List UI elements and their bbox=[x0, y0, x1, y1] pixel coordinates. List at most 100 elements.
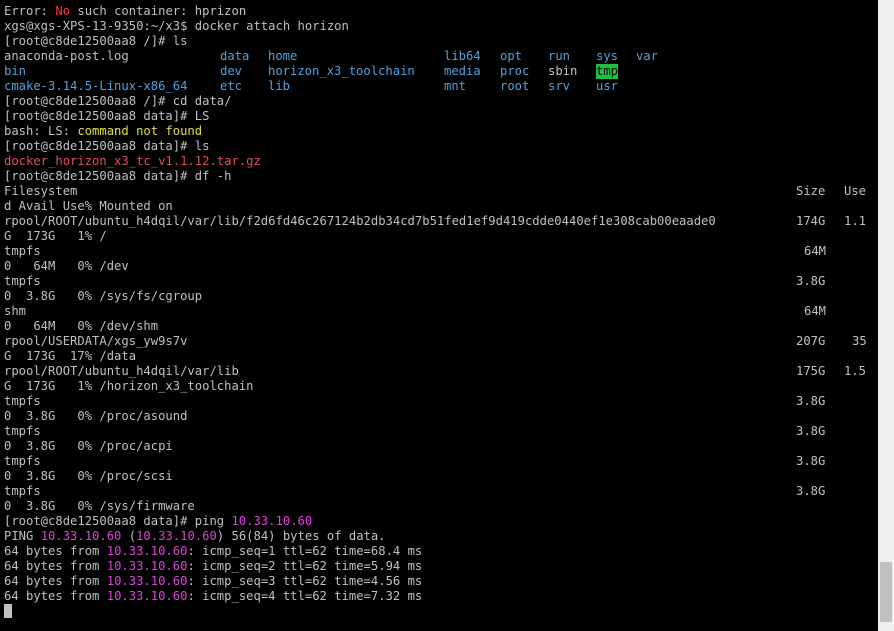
df-row-filesystem: rpool/USERDATA/xgs_yw9s7v bbox=[4, 334, 188, 348]
ping-reply-line: 64 bytes from 10.33.10.60: icmp_seq=4 tt… bbox=[4, 589, 422, 604]
ls-dir-run: run bbox=[548, 49, 571, 63]
df-row-used: 1.5 bbox=[844, 364, 867, 378]
ls-dir-lib64: lib64 bbox=[444, 49, 481, 63]
df-row-filesystem: rpool/ROOT/ubuntu_h4dqil/var/lib bbox=[4, 364, 239, 378]
terminal-line-attach: xgs@xgs-XPS-13-9350:~/x3$ docker attach … bbox=[4, 19, 349, 33]
ls-dir-etc: etc bbox=[220, 79, 243, 93]
ls-dir-tmp: tmp bbox=[596, 64, 619, 79]
terminal-line-df: [root@c8de12500aa8 data]# df -h bbox=[4, 169, 232, 183]
ping-reply-line: 64 bytes from 10.33.10.60: icmp_seq=1 tt… bbox=[4, 544, 422, 559]
df-row-filesystem: tmpfs bbox=[4, 274, 41, 288]
ls-dir-data: data bbox=[220, 49, 250, 63]
df-row-size: 3.8G bbox=[796, 484, 826, 498]
ping-header-suffix: ) 56(84) bytes of data. bbox=[216, 529, 386, 543]
ping-reply-prefix: 64 bytes from bbox=[4, 544, 107, 558]
terminal-line-error: Error: No such container: hprizon bbox=[4, 4, 246, 19]
df-row-wrap: G 173G 1% /horizon_x3_toolchain bbox=[4, 379, 254, 393]
df-row-wrap: 0 3.8G 0% /proc/asound bbox=[4, 409, 188, 423]
df-row-filesystem: tmpfs bbox=[4, 454, 41, 468]
df-header-filesystem: Filesystem bbox=[4, 184, 78, 198]
terminal-line-LS: [root@c8de12500aa8 data]# LS bbox=[4, 109, 210, 123]
df-row-wrap: 0 3.8G 0% /sys/fs/cgroup bbox=[4, 289, 203, 303]
df-row-filesystem: tmpfs bbox=[4, 484, 41, 498]
ping-reply-detail: : icmp_seq=3 ttl=62 time=4.56 ms bbox=[187, 574, 423, 588]
df-row-wrap: G 173G 1% / bbox=[4, 229, 107, 243]
terminal-cursor bbox=[4, 604, 12, 618]
ping-header-prefix: PING bbox=[4, 529, 41, 543]
df-row-filesystem: shm bbox=[4, 304, 27, 318]
ping-ip: 10.33.10.60 bbox=[231, 514, 313, 528]
df-header-use: Use bbox=[844, 184, 867, 198]
df-row-wrap: 0 3.8G 0% /proc/acpi bbox=[4, 439, 173, 453]
ls-dir-usr: usr bbox=[596, 79, 619, 93]
ping-reply-prefix: 64 bytes from bbox=[4, 589, 107, 603]
ls-dir-media: media bbox=[444, 64, 481, 78]
ping-reply-detail: : icmp_seq=1 ttl=62 time=68.4 ms bbox=[187, 544, 423, 558]
ping-reply-line: 64 bytes from 10.33.10.60: icmp_seq=3 tt… bbox=[4, 574, 422, 589]
ping-ip: 10.33.10.60 bbox=[40, 529, 122, 543]
df-row-size: 64M bbox=[804, 304, 827, 318]
df-row-wrap: 0 64M 0% /dev bbox=[4, 259, 129, 273]
terminal-line-ls-data: [root@c8de12500aa8 data]# ls bbox=[4, 139, 210, 153]
ls-dir-root: root bbox=[500, 79, 530, 93]
ls-dir-sys: sys bbox=[596, 49, 619, 63]
ls-dir-var: var bbox=[636, 49, 659, 63]
df-row-wrap: G 173G 17% /data bbox=[4, 349, 137, 363]
error-no-word: No bbox=[55, 4, 71, 18]
df-row-size: 3.8G bbox=[796, 424, 826, 438]
ping-ip: 10.33.10.60 bbox=[106, 544, 188, 558]
ping-header-paren: ( bbox=[121, 529, 137, 543]
scrollbar-thumb[interactable] bbox=[880, 562, 892, 622]
ls-dir-srv: srv bbox=[548, 79, 571, 93]
ping-reply-detail: : icmp_seq=2 ttl=62 time=5.94 ms bbox=[187, 559, 423, 573]
ls-dir-home: home bbox=[268, 49, 298, 63]
df-row-filesystem: tmpfs bbox=[4, 394, 41, 408]
df-row-size: 3.8G bbox=[796, 454, 826, 468]
ls-file-tarball: docker_horizon_x3_tc_v1.1.12.tar.gz bbox=[4, 154, 261, 168]
df-header-size: Size bbox=[796, 184, 826, 198]
terminal-line-not-found: bash: LS: command not found bbox=[4, 124, 202, 139]
df-row-size: 175G bbox=[796, 364, 826, 378]
ls-dir-lib: lib bbox=[268, 79, 291, 93]
error-message: such container: hprizon bbox=[70, 4, 247, 18]
error-prefix: Error: bbox=[4, 4, 56, 18]
terminal-scrollbar[interactable] bbox=[878, 0, 894, 631]
df-row-size: 3.8G bbox=[796, 394, 826, 408]
df-row-used: 1.1 bbox=[844, 214, 867, 228]
ls-file-anaconda: anaconda-post.log bbox=[4, 49, 129, 63]
terminal-line-ping-cmd: [root@c8de12500aa8 data]# ping 10.33.10.… bbox=[4, 514, 312, 529]
ls-dir-bin: bin bbox=[4, 64, 27, 78]
terminal-window[interactable]: Error: No such container: hprizon xgs@xg… bbox=[0, 0, 878, 631]
ping-reply-line: 64 bytes from 10.33.10.60: icmp_seq=2 tt… bbox=[4, 559, 422, 574]
ls-dir-opt: opt bbox=[500, 49, 523, 63]
ls-dir-cmake: cmake-3.14.5-Linux-x86_64 bbox=[4, 79, 188, 93]
df-header-wrap: d Avail Use% Mounted on bbox=[4, 199, 173, 213]
ls-dir-horizon-toolchain: horizon_x3_toolchain bbox=[268, 64, 415, 78]
terminal-line-ls-cmd: [root@c8de12500aa8 /]# ls bbox=[4, 34, 188, 48]
bash-error-prefix: bash: LS: bbox=[4, 124, 78, 138]
ls-dir-mnt: mnt bbox=[444, 79, 467, 93]
df-row-wrap: 0 3.8G 0% /sys/firmware bbox=[4, 499, 195, 513]
df-row-used: 35 bbox=[852, 334, 867, 348]
df-row-size: 207G bbox=[796, 334, 826, 348]
terminal-line-ping-header: PING 10.33.10.60 (10.33.10.60) 56(84) by… bbox=[4, 529, 386, 544]
bash-error-message: command not found bbox=[77, 124, 203, 138]
ping-reply-prefix: 64 bytes from bbox=[4, 574, 107, 588]
ping-reply-prefix: 64 bytes from bbox=[4, 559, 107, 573]
ping-ip: 10.33.10.60 bbox=[106, 589, 188, 603]
terminal-line-cd: [root@c8de12500aa8 /]# cd data/ bbox=[4, 94, 232, 108]
ls-dir-dev: dev bbox=[220, 64, 243, 78]
ls-dir-proc: proc bbox=[500, 64, 530, 78]
df-row-wrap: 0 64M 0% /dev/shm bbox=[4, 319, 159, 333]
df-row-wrap: 0 3.8G 0% /proc/scsi bbox=[4, 469, 173, 483]
ls-dir-sbin: sbin bbox=[548, 64, 578, 78]
df-row-size: 64M bbox=[804, 244, 827, 258]
ping-reply-detail: : icmp_seq=4 ttl=62 time=7.32 ms bbox=[187, 589, 423, 603]
ping-prompt: [root@c8de12500aa8 data]# ping bbox=[4, 514, 232, 528]
ping-ip: 10.33.10.60 bbox=[106, 574, 188, 588]
ping-ip: 10.33.10.60 bbox=[106, 559, 188, 573]
df-row-filesystem: tmpfs bbox=[4, 424, 41, 438]
ping-ip: 10.33.10.60 bbox=[136, 529, 217, 543]
df-row-filesystem: tmpfs bbox=[4, 244, 41, 258]
df-row-size: 3.8G bbox=[796, 274, 826, 288]
